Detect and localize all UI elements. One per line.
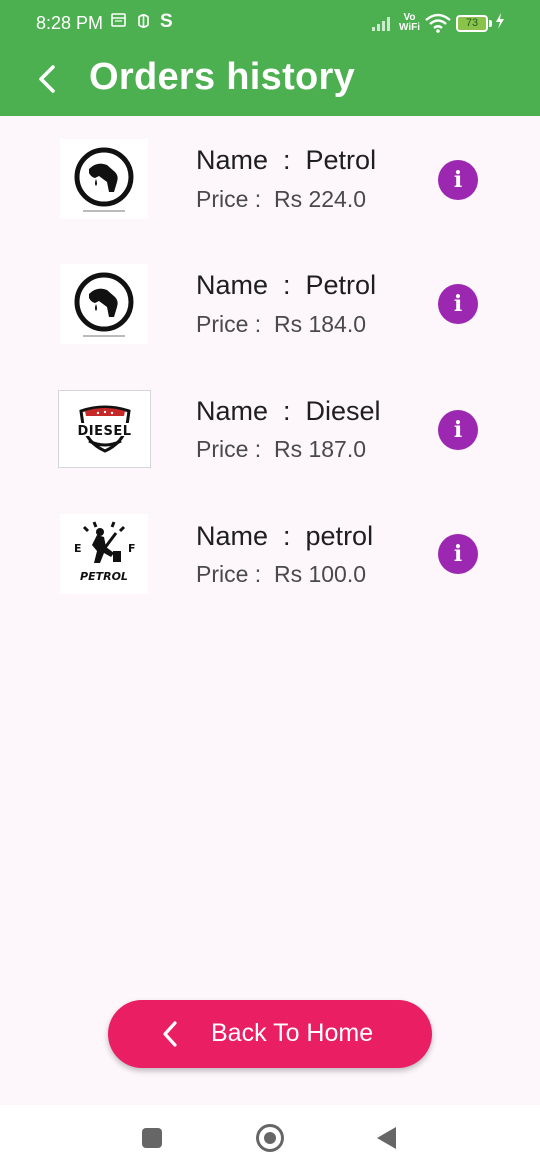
charging-icon [495, 13, 505, 33]
order-name: Name : Petrol [196, 145, 377, 175]
back-triangle-icon[interactable] [377, 1127, 396, 1149]
vowifi-icon: Vo WiFi [399, 12, 421, 33]
gauge-empty-label: E [74, 542, 82, 555]
order-name: Name : Diesel [196, 396, 381, 426]
status-time: 8:28 PM [36, 13, 104, 33]
system-nav-bar [0, 1105, 540, 1170]
order-name: Name : petrol [196, 521, 374, 551]
battery-tip [489, 20, 492, 27]
signal-icon [372, 17, 394, 31]
fuel-nozzle-icon [60, 264, 148, 344]
order-item: DIESEL Name : Diesel Price : Rs 187.0 i [0, 366, 540, 491]
sim-card-icon [111, 13, 126, 31]
status-bar: 8:28 PM S Vo WiFi 73 [0, 0, 540, 46]
diesel-badge-logo: DIESEL [58, 390, 151, 468]
order-name: Name : Petrol [196, 270, 377, 300]
info-icon[interactable]: i [438, 160, 478, 200]
fuel-gauge-logo: E F PETROL [60, 514, 148, 594]
info-icon[interactable]: i [438, 284, 478, 324]
order-price: Price : Rs 184.0 [196, 311, 367, 337]
back-to-home-label: Back To Home [211, 1019, 374, 1047]
order-price: Price : Rs 224.0 [196, 186, 367, 212]
info-icon[interactable]: i [438, 410, 478, 450]
wifi-icon [425, 13, 451, 33]
chevron-left-icon [163, 1021, 177, 1047]
petrol-logo-text: PETROL [80, 570, 128, 583]
data-saver-icon [137, 13, 150, 33]
app-bar: Orders history [0, 46, 540, 116]
order-item: E F PETROL Name : petrol Price : Rs 100.… [0, 491, 540, 616]
carrier-icon: S [160, 11, 173, 32]
fuel-nozzle-icon [60, 139, 148, 219]
diesel-logo-text: DIESEL [77, 424, 132, 439]
back-to-home-button[interactable]: Back To Home [108, 1000, 432, 1068]
info-icon[interactable]: i [438, 534, 478, 574]
gauge-full-label: F [128, 542, 136, 555]
order-price: Price : Rs 187.0 [196, 436, 367, 462]
battery-icon: 73 [456, 15, 488, 32]
chevron-left-icon[interactable] [34, 64, 60, 94]
order-item: Name : Petrol Price : Rs 224.0 i [0, 116, 540, 241]
order-price: Price : Rs 100.0 [196, 561, 367, 587]
order-item: Name : Petrol Price : Rs 184.0 i [0, 241, 540, 366]
home-icon[interactable] [256, 1124, 284, 1152]
recents-icon[interactable] [142, 1128, 162, 1148]
page-title: Orders history [89, 56, 356, 98]
